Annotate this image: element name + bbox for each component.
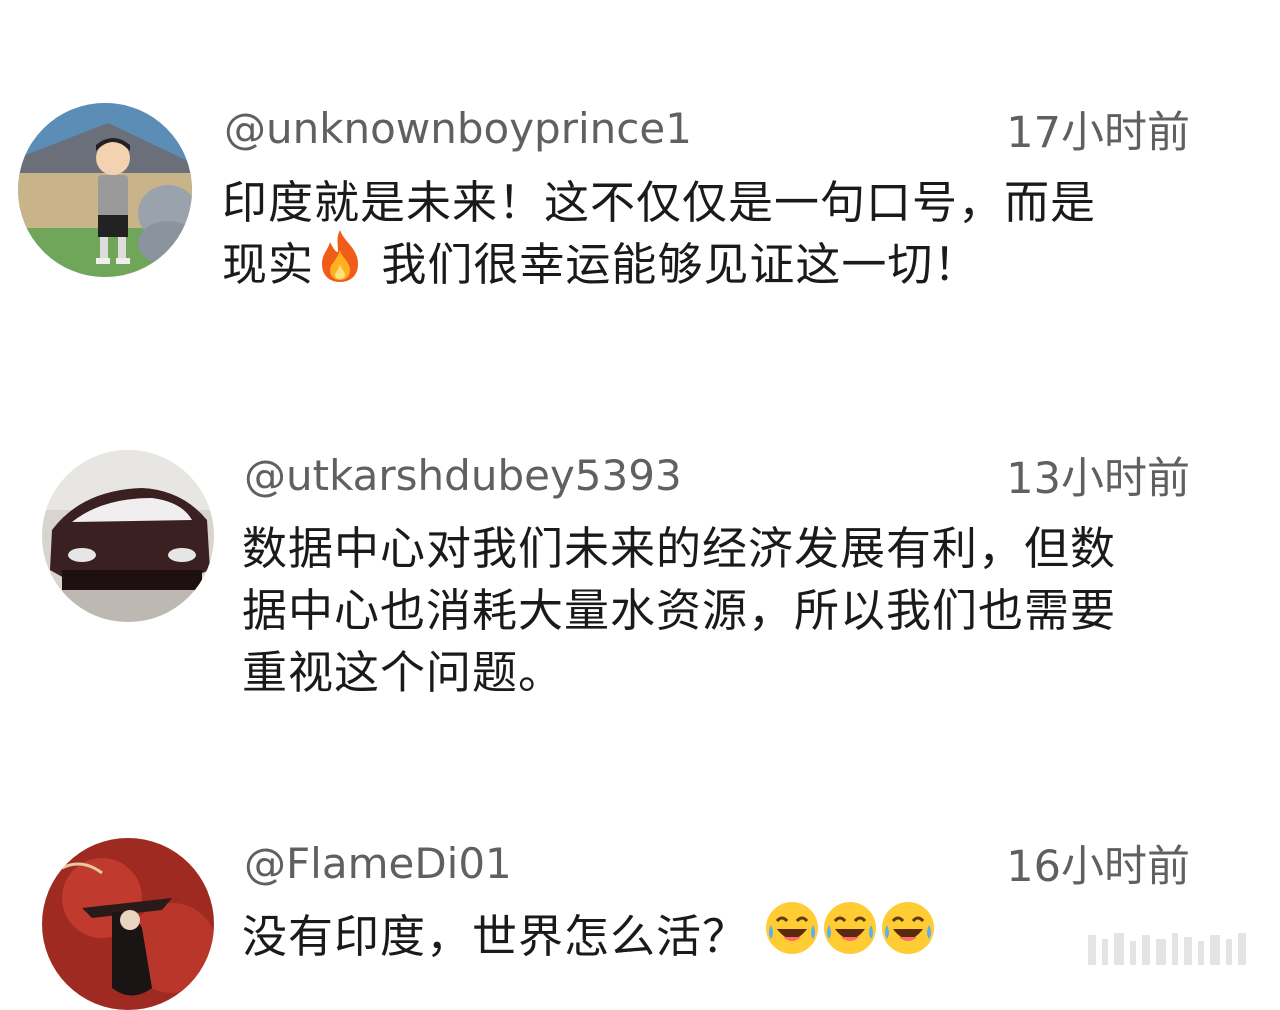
comment-text-line: 据中心也消耗大量水资源，所以我们也需要 (242, 584, 1117, 637)
comment-timestamp: 16小时前 (1006, 842, 1190, 892)
laughing-crying-icon (821, 899, 879, 973)
comment-text-line: 现实 我们很幸运能够见证这一切！ (222, 230, 1202, 300)
comment-text-line: 印度就是未来！这不仅仅是一句口号，而是 (222, 176, 1097, 229)
avatar[interactable] (42, 450, 214, 622)
comment-text: 没有印度，世界怎么活？ (242, 902, 1142, 973)
comment-text-segment: 没有印度，世界怎么活？ (242, 910, 749, 963)
comment-text: 数据中心对我们未来的经济发展有利，但数 据中心也消耗大量水资源，所以我们也需要 … (242, 518, 1202, 704)
watermark (1088, 929, 1258, 969)
comment-text-line: 重视这个问题。 (242, 646, 565, 699)
comment-username[interactable]: @utkarshdubey5393 (244, 455, 682, 497)
fire-icon (314, 228, 366, 300)
comment-text-line: 数据中心对我们未来的经济发展有利，但数 (242, 522, 1117, 575)
comment-text-segment: 我们很幸运能够见证这一切！ (366, 238, 980, 291)
comment-text-segment: 现实 (222, 238, 315, 291)
comment-text: 印度就是未来！这不仅仅是一句口号，而是 现实 我们很幸运能够见证这一切！ (222, 172, 1202, 300)
comment-timestamp: 13小时前 (1006, 454, 1190, 504)
laughing-crying-icon (763, 899, 821, 973)
laughing-crying-icon (879, 899, 937, 973)
comment-timestamp: 17小时前 (1006, 108, 1190, 158)
comment-username[interactable]: @unknownboyprince1 (224, 108, 692, 150)
avatar[interactable] (18, 103, 192, 277)
comment-username[interactable]: @FlameDi01 (244, 843, 512, 885)
avatar[interactable] (42, 838, 214, 1010)
